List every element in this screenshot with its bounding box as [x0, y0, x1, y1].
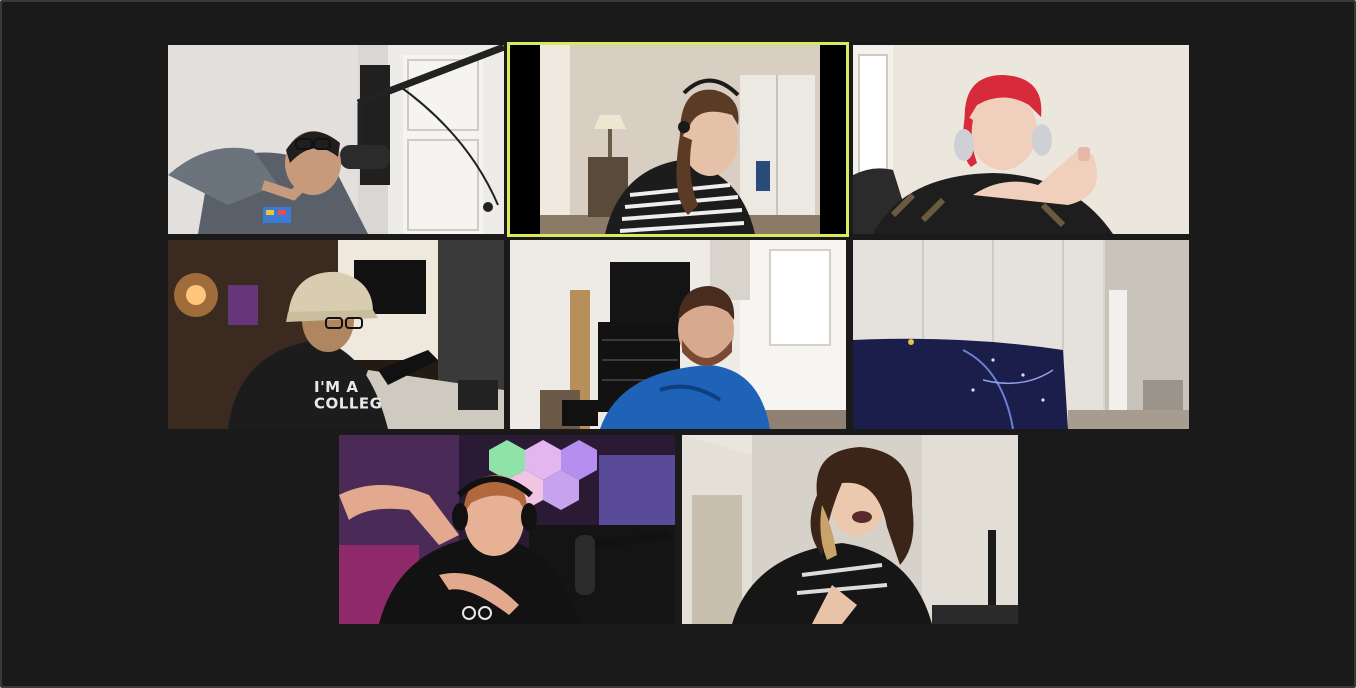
participant-3-video — [853, 45, 1189, 234]
participant-tile-6[interactable] — [853, 240, 1189, 429]
shirt-print-line: COLLEG — [314, 395, 382, 413]
participant-tile-2-active-speaker[interactable] — [507, 42, 849, 237]
participant-tile-5[interactable] — [510, 240, 846, 429]
participant-5-video — [510, 240, 846, 429]
participant-2-video — [510, 45, 846, 234]
participant-tile-8[interactable] — [682, 435, 1018, 624]
participant-1-video — [168, 45, 504, 234]
participant-6-video — [853, 240, 1189, 429]
meeting-window: I'M A COLLEG — [0, 0, 1356, 688]
participant-8-video — [682, 435, 1018, 624]
participant-tile-3[interactable] — [853, 45, 1189, 234]
participant-tile-1[interactable] — [168, 45, 504, 234]
participant-7-video — [339, 435, 675, 624]
participant-4-video: I'M A COLLEG — [168, 240, 504, 429]
participant-tile-7[interactable] — [339, 435, 675, 624]
participant-tile-4[interactable]: I'M A COLLEG — [168, 240, 504, 429]
